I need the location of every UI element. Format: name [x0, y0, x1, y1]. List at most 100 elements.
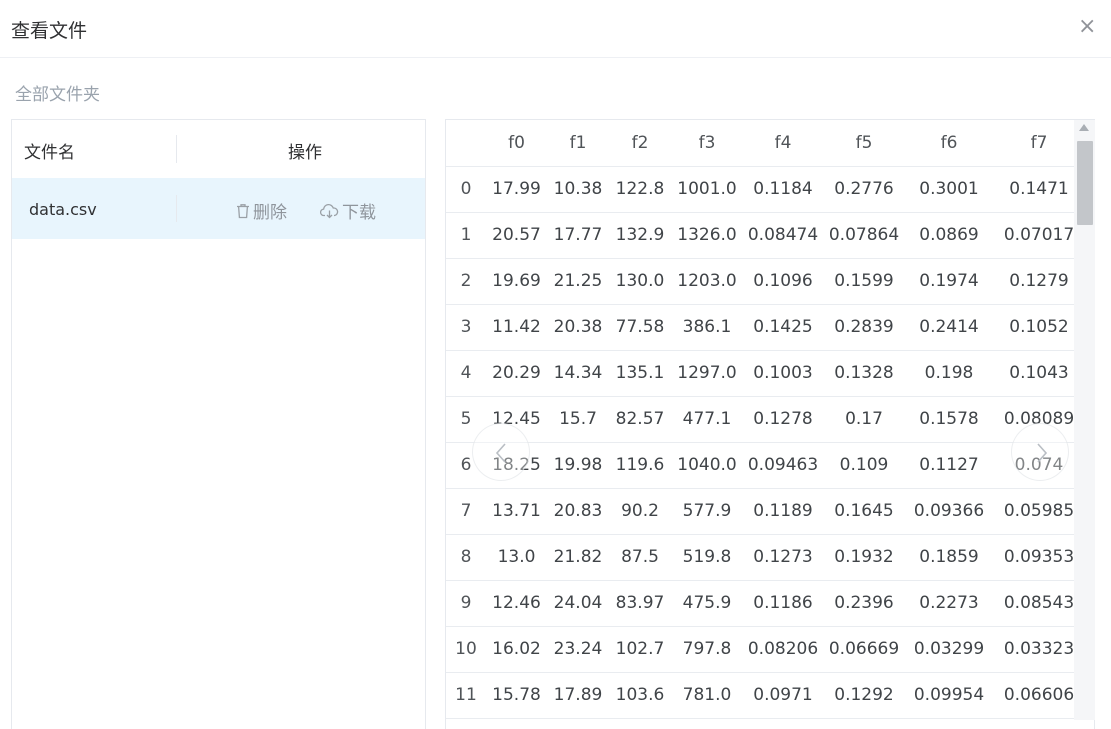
dialog-header: 查看文件 × [0, 0, 1111, 58]
row-index-cell: 3 [446, 304, 486, 351]
download-button[interactable]: 下载 [320, 198, 376, 223]
breadcrumb[interactable]: 全部文件夹 [15, 80, 100, 105]
table-cell: 0.1278 [743, 396, 823, 443]
column-header-action: 操作 [288, 143, 322, 163]
table-cell: 103.6 [609, 672, 671, 719]
table-cell: 0.1189 [743, 488, 823, 535]
file-list-panel: 文件名 操作 data.csv 删除 下载 [11, 119, 426, 729]
scrollbar-thumb[interactable] [1077, 141, 1093, 225]
table-cell: 0.3001 [905, 166, 993, 213]
table-cell: 17.89 [547, 672, 609, 719]
row-index-cell: 10 [446, 626, 486, 673]
arrow-up-icon[interactable] [1079, 124, 1089, 131]
table-row: 2 19.69 21.25 130.0 1203.0 0.1096 0.1599 0.1974… [446, 258, 1085, 305]
table-cell: 0.1186 [743, 580, 823, 627]
table-cell: 0.198 [905, 350, 993, 397]
table-cell: 0.05985 [993, 488, 1085, 535]
table-cell: 12.46 [486, 580, 547, 627]
table-cell: 0.1328 [823, 350, 905, 397]
table-cell: 1001.0 [671, 166, 743, 213]
table-cell: 23.24 [547, 626, 609, 673]
column-header: f5 [823, 120, 905, 167]
table-row: 9 12.46 24.04 83.97 475.9 0.1186 0.2396 0.2273 0… [446, 580, 1085, 627]
table-cell: 20.29 [486, 350, 547, 397]
table-row: 8 13.0 21.82 87.5 519.8 0.1273 0.1932 0.1859 0.0… [446, 534, 1085, 581]
table-cell: 0.1974 [905, 258, 993, 305]
delete-button[interactable]: 删除 [236, 198, 287, 223]
chevron-right-icon [1037, 443, 1048, 463]
table-cell: 1040.0 [671, 442, 743, 489]
table-cell: 90.2 [609, 488, 671, 535]
table-cell: 0.2273 [905, 580, 993, 627]
table-cell: 24.04 [547, 580, 609, 627]
previous-button[interactable] [472, 423, 530, 481]
row-index-cell: 0 [446, 166, 486, 213]
column-header-index [446, 120, 486, 167]
table-cell: 1326.0 [671, 212, 743, 259]
table-cell: 122.8 [609, 166, 671, 213]
table-row: 0 17.99 10.38 122.8 1001.0 0.1184 0.2776 0.3001… [446, 166, 1085, 213]
table-cell: 519.8 [671, 534, 743, 581]
table-cell: 386.1 [671, 304, 743, 351]
table-cell: 0.1052 [993, 304, 1085, 351]
table-row: 6 18.25 19.98 119.6 1040.0 0.09463 0.109 0.1127… [446, 442, 1085, 489]
table-cell: 0.2776 [823, 166, 905, 213]
table-cell: 0.09366 [905, 488, 993, 535]
table-cell: 15.7 [547, 396, 609, 443]
table-cell: 0.1043 [993, 350, 1085, 397]
table-cell: 0.08474 [743, 212, 823, 259]
table-cell: 19.98 [547, 442, 609, 489]
download-label: 下载 [342, 203, 376, 223]
table-cell: 19.69 [486, 258, 547, 305]
row-index-cell: 4 [446, 350, 486, 397]
table-cell: 17.99 [486, 166, 547, 213]
table-cell: 0.1859 [905, 534, 993, 581]
close-icon[interactable]: × [1078, 16, 1096, 38]
table-cell: 0.1471 [993, 166, 1085, 213]
table-cell: 797.8 [671, 626, 743, 673]
table-cell: 132.9 [609, 212, 671, 259]
table-cell: 20.57 [486, 212, 547, 259]
column-header-filename: 文件名 [24, 143, 75, 163]
table-cell: 0.0971 [743, 672, 823, 719]
table-cell: 0.109 [823, 442, 905, 489]
row-index-cell: 8 [446, 534, 486, 581]
table-cell: 130.0 [609, 258, 671, 305]
row-index-cell: 7 [446, 488, 486, 535]
table-cell: 135.1 [609, 350, 671, 397]
table-row: 3 11.42 20.38 77.58 386.1 0.1425 0.2839 0.2414 0… [446, 304, 1085, 351]
row-index-cell: 2 [446, 258, 486, 305]
file-row[interactable]: data.csv 删除 下载 [12, 178, 425, 239]
table-cell: 20.38 [547, 304, 609, 351]
table-cell: 119.6 [609, 442, 671, 489]
table-cell: 15.78 [486, 672, 547, 719]
column-header: f2 [609, 120, 671, 167]
table-cell: 82.57 [609, 396, 671, 443]
table-cell: 11.42 [486, 304, 547, 351]
table-cell: 0.06606 [993, 672, 1085, 719]
table-header-row: f0 f1 f2 f3 f4 f5 f6 f7 [446, 120, 1085, 167]
table-row: 4 20.29 14.34 135.1 1297.0 0.1003 0.1328 0.198 0… [446, 350, 1085, 397]
file-name[interactable]: data.csv [29, 200, 97, 219]
column-header: f0 [486, 120, 547, 167]
table-cell: 0.06669 [823, 626, 905, 673]
table-cell: 87.5 [609, 534, 671, 581]
table-cell: 0.1645 [823, 488, 905, 535]
cloud-download-icon [320, 203, 339, 219]
table-cell: 0.1273 [743, 534, 823, 581]
table-cell: 0.1578 [905, 396, 993, 443]
table-cell: 0.08543 [993, 580, 1085, 627]
column-header: f1 [547, 120, 609, 167]
table-cell: 21.25 [547, 258, 609, 305]
next-button[interactable] [1011, 423, 1069, 481]
table-cell: 0.03299 [905, 626, 993, 673]
table-cell: 0.1096 [743, 258, 823, 305]
table-cell: 0.1279 [993, 258, 1085, 305]
file-list-header: 文件名 操作 [12, 120, 425, 178]
table-cell: 10.38 [547, 166, 609, 213]
table-row: 1 20.57 17.77 132.9 1326.0 0.08474 0.07864 0.08… [446, 212, 1085, 259]
table-cell: 0.07864 [823, 212, 905, 259]
delete-label: 删除 [253, 203, 287, 223]
data-preview-table: f0 f1 f2 f3 f4 f5 f6 f7 0 17.99 10.38 122.8… [445, 119, 1095, 729]
table-cell: 0.1184 [743, 166, 823, 213]
